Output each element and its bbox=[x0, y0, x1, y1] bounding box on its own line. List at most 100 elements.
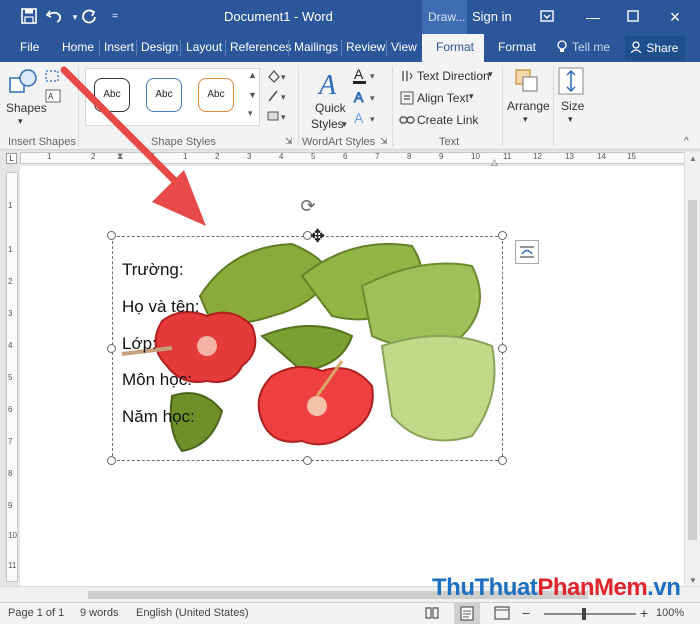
text-effects-icon[interactable]: A ▾ bbox=[352, 110, 378, 131]
page-count[interactable]: Page 1 of 1 bbox=[8, 607, 64, 619]
redo-icon[interactable] bbox=[80, 8, 98, 26]
scroll-down-icon[interactable]: ▼ bbox=[689, 576, 697, 585]
text-outline-icon[interactable]: A ▾ bbox=[352, 89, 378, 110]
sign-in-link[interactable]: Sign in bbox=[472, 9, 512, 24]
quick-styles-icon[interactable]: A bbox=[315, 66, 347, 103]
scroll-thumb[interactable] bbox=[688, 200, 697, 540]
tab-layout[interactable]: Layout bbox=[186, 40, 222, 54]
ruler-number: 4 bbox=[8, 341, 13, 350]
shape-effects-icon[interactable]: ▾ bbox=[266, 108, 288, 127]
ruler-number: 1 bbox=[8, 245, 13, 254]
group-separator bbox=[392, 66, 393, 146]
resize-handle-bottom-right[interactable] bbox=[498, 456, 507, 465]
tab-separator bbox=[341, 40, 342, 56]
rotate-handle-icon[interactable]: ⟳ bbox=[298, 196, 318, 216]
ruler-number: 3 bbox=[8, 309, 13, 318]
tab-review[interactable]: Review bbox=[346, 40, 385, 54]
vertical-scrollbar[interactable]: ▲ ▼ bbox=[684, 152, 700, 588]
lightbulb-icon bbox=[556, 40, 568, 57]
gallery-more-icon[interactable]: ▾ bbox=[248, 108, 253, 119]
resize-handle-bottom-left[interactable] bbox=[107, 456, 116, 465]
size-icon[interactable] bbox=[557, 66, 585, 99]
text-fill-icon[interactable]: A ▾ bbox=[352, 66, 378, 88]
web-layout-icon[interactable] bbox=[494, 606, 510, 623]
resize-handle-bottom[interactable] bbox=[303, 456, 312, 465]
tab-file[interactable]: File bbox=[20, 40, 39, 54]
size-button[interactable]: Size bbox=[561, 99, 584, 113]
tab-selector-icon[interactable]: L bbox=[6, 153, 17, 164]
tab-separator bbox=[180, 40, 181, 56]
chevron-down-icon: ▾ bbox=[568, 114, 573, 124]
zoom-out-icon[interactable]: − bbox=[522, 605, 530, 621]
tab-view[interactable]: View bbox=[391, 40, 417, 54]
word-count[interactable]: 9 words bbox=[80, 607, 119, 619]
zoom-level[interactable]: 100% bbox=[656, 607, 684, 619]
shape-outline-icon[interactable]: ▾ bbox=[266, 88, 288, 107]
svg-text:▾: ▾ bbox=[281, 112, 286, 122]
close-icon[interactable]: × bbox=[664, 6, 686, 28]
svg-text:A: A bbox=[354, 89, 364, 105]
svg-text:▾: ▾ bbox=[370, 93, 375, 103]
share-button[interactable]: Share bbox=[625, 36, 685, 60]
read-mode-icon[interactable] bbox=[424, 606, 440, 623]
undo-icon[interactable] bbox=[45, 8, 64, 26]
resize-handle-left[interactable] bbox=[107, 344, 116, 353]
tab-format-picture[interactable]: Format bbox=[498, 40, 536, 54]
resize-handle-top-right[interactable] bbox=[498, 231, 507, 240]
ruler-number: 14 bbox=[597, 152, 606, 161]
svg-text:A: A bbox=[317, 70, 337, 100]
shapes-gallery-icon[interactable] bbox=[8, 68, 38, 101]
tab-references[interactable]: References bbox=[230, 40, 291, 54]
resize-handle-right[interactable] bbox=[498, 344, 507, 353]
vertical-ruler: 1 1 2 3 4 5 6 7 8 9 10 11 bbox=[6, 172, 18, 582]
zoom-slider-thumb[interactable] bbox=[582, 608, 586, 620]
ruler-number: 9 bbox=[439, 152, 444, 161]
collapse-ribbon-icon[interactable]: ^ bbox=[684, 136, 689, 147]
shapes-button[interactable]: Shapes bbox=[6, 101, 47, 115]
link-icon bbox=[399, 113, 415, 130]
ruler-number: 10 bbox=[471, 152, 480, 161]
customize-icon[interactable]: = bbox=[106, 8, 124, 26]
site-watermark: ThuThuatPhanMem.vn bbox=[432, 574, 681, 602]
tab-design[interactable]: Design bbox=[141, 40, 178, 54]
layout-options-icon[interactable] bbox=[515, 240, 539, 264]
drawing-tools-context-tab: Draw... bbox=[422, 0, 467, 34]
ruler-number: 8 bbox=[407, 152, 412, 161]
shape-fill-icon[interactable]: ▾ bbox=[266, 68, 288, 87]
tell-me-search[interactable]: Tell me bbox=[572, 40, 610, 54]
language-indicator[interactable]: English (United States) bbox=[136, 607, 249, 619]
dialog-launcher-icon[interactable]: ⇲ bbox=[380, 136, 388, 147]
zoom-in-icon[interactable]: + bbox=[640, 605, 648, 621]
align-text-icon bbox=[400, 91, 414, 108]
dialog-launcher-icon[interactable]: ⇲ bbox=[285, 136, 293, 147]
save-icon[interactable] bbox=[20, 8, 38, 26]
quick-styles-button-line2[interactable]: Styles bbox=[311, 117, 344, 131]
ruler-number: 5 bbox=[8, 373, 13, 382]
ribbon-display-icon[interactable] bbox=[536, 6, 558, 28]
group-separator bbox=[553, 66, 554, 146]
create-link-button[interactable]: Create Link bbox=[417, 113, 478, 127]
arrange-icon[interactable] bbox=[512, 66, 542, 99]
tab-format-label: Format bbox=[436, 40, 475, 54]
svg-text:A: A bbox=[354, 67, 364, 82]
tab-insert[interactable]: Insert bbox=[104, 40, 134, 54]
minimize-icon[interactable]: — bbox=[582, 6, 604, 28]
tab-mailings[interactable]: Mailings bbox=[294, 40, 338, 54]
zoom-slider[interactable] bbox=[544, 613, 636, 615]
person-icon bbox=[630, 41, 646, 55]
text-direction-button[interactable]: Text Direction bbox=[417, 69, 490, 83]
gallery-up-icon[interactable]: ▲ bbox=[248, 70, 257, 80]
quick-styles-button[interactable]: Quick bbox=[315, 101, 346, 115]
svg-text:A: A bbox=[48, 92, 54, 101]
gallery-down-icon[interactable]: ▼ bbox=[248, 90, 257, 100]
title-bar: ▾ = Document1 - Word Draw... Sign in — × bbox=[0, 0, 700, 34]
tab-separator bbox=[288, 40, 289, 56]
status-bar: Page 1 of 1 9 words English (United Stat… bbox=[0, 602, 700, 624]
maximize-icon[interactable] bbox=[622, 6, 644, 28]
tab-format-active[interactable]: Format bbox=[422, 34, 484, 62]
tab-home[interactable]: Home bbox=[62, 40, 94, 54]
align-text-button[interactable]: Align Text bbox=[417, 91, 469, 105]
scroll-up-icon[interactable]: ▲ bbox=[689, 154, 697, 163]
print-layout-icon[interactable] bbox=[454, 603, 480, 624]
arrange-button[interactable]: Arrange bbox=[507, 99, 550, 113]
